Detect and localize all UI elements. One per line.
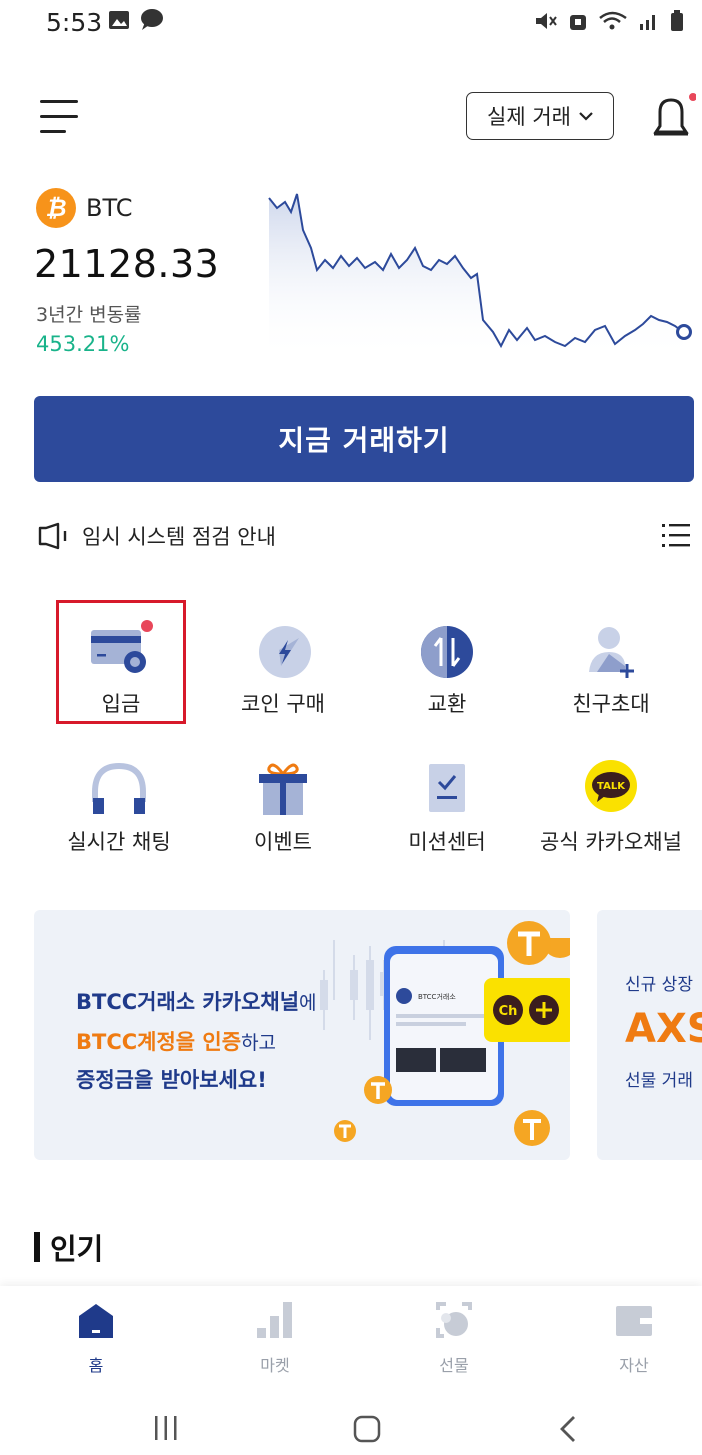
banner2-line-3: 선물 거래 bbox=[625, 1071, 693, 1091]
section-accent-bar bbox=[34, 1232, 40, 1262]
exchange-arrows-icon bbox=[421, 626, 473, 678]
gallery-icon bbox=[109, 11, 129, 29]
nav-label: 마켓 bbox=[260, 1356, 290, 1375]
promo-banner-kakao[interactable]: BTCC거래소 카카오채널에 BTCC계정을 인증하고 증정금을 받아보세요! … bbox=[34, 910, 570, 1160]
status-left-icons bbox=[108, 8, 164, 32]
notice-text[interactable]: 임시 시스템 점검 안내 bbox=[82, 521, 276, 551]
wallet-icon bbox=[616, 1306, 652, 1336]
quick-menu-label: 미션센터 bbox=[408, 830, 486, 854]
status-right-icons bbox=[534, 10, 684, 32]
nav-label: 자산 bbox=[619, 1356, 649, 1375]
wifi-icon bbox=[599, 11, 627, 30]
change-value: 453.21% bbox=[36, 332, 130, 356]
trade-mode-select[interactable]: 실제 거래 bbox=[466, 92, 614, 140]
mission-clipboard-icon bbox=[429, 764, 465, 812]
notification-button[interactable] bbox=[652, 92, 697, 142]
bottom-navigation: 홈 마켓 선물 자산 bbox=[0, 1286, 702, 1386]
banner-line-1-bold: BTCC거래소 카카오채널 bbox=[76, 990, 300, 1014]
sparkline-area bbox=[269, 194, 683, 360]
quick-event[interactable]: 이벤트 bbox=[198, 742, 368, 862]
banner-line-2-rest: 하고 bbox=[241, 1032, 277, 1054]
quick-mission-center[interactable]: 미션센터 bbox=[362, 742, 532, 862]
mute-icon bbox=[536, 13, 557, 29]
lightning-coin-icon bbox=[259, 626, 311, 678]
banner-line-3: 증정금을 받아보세요! bbox=[76, 1068, 267, 1092]
phone-app-title: BTCC거래소 bbox=[418, 992, 456, 1001]
megaphone-icon bbox=[38, 522, 67, 550]
popular-section-title: 인기 bbox=[50, 1232, 104, 1266]
talk-text: TALK bbox=[597, 781, 626, 792]
futures-icon bbox=[436, 1302, 472, 1338]
recent-apps-icon[interactable] bbox=[152, 1414, 180, 1442]
quick-exchange[interactable]: 교환 bbox=[362, 604, 532, 724]
nav-futures[interactable]: 선물 bbox=[404, 1300, 504, 1380]
quick-menu-label: 공식 카카오채널 bbox=[540, 830, 682, 854]
notice-list-icon[interactable] bbox=[662, 522, 690, 548]
hamburger-icon bbox=[40, 100, 78, 133]
nav-label: 홈 bbox=[88, 1356, 104, 1375]
home-system-icon[interactable] bbox=[352, 1414, 382, 1444]
nav-assets[interactable]: 자산 bbox=[584, 1300, 684, 1380]
invite-friend-icon bbox=[589, 627, 634, 678]
channel-badge-text: Ch bbox=[499, 1004, 518, 1019]
quick-menu-label: 교환 bbox=[427, 692, 467, 716]
tether-coin-icon bbox=[364, 1076, 392, 1104]
headset-icon bbox=[92, 762, 146, 814]
highlight-frame bbox=[56, 600, 186, 724]
bell-icon bbox=[653, 93, 697, 136]
status-time: 5:53 bbox=[46, 8, 103, 37]
change-label: 3년간 변동률 bbox=[36, 304, 142, 326]
nav-home[interactable]: 홈 bbox=[46, 1300, 146, 1380]
chat-bubble-icon bbox=[141, 9, 163, 30]
battery-icon bbox=[671, 10, 683, 31]
chevron-down-icon bbox=[579, 112, 593, 121]
quick-kakao-channel[interactable]: TALK 공식 카카오채널 bbox=[526, 742, 696, 862]
tether-coin-icon bbox=[507, 921, 551, 965]
coin-symbol: BTC bbox=[86, 194, 133, 222]
banner2-line-2: AXS bbox=[625, 1006, 702, 1052]
banner-line-2: BTCC계정을 인증하고 bbox=[76, 1026, 276, 1056]
quick-menu-label: 친구초대 bbox=[572, 692, 650, 716]
tether-coin-icon bbox=[334, 1120, 356, 1142]
notification-dot bbox=[689, 93, 697, 101]
nav-label: 선물 bbox=[439, 1356, 469, 1375]
trade-now-button[interactable]: 지금 거래하기 bbox=[34, 396, 694, 482]
home-icon bbox=[79, 1304, 113, 1338]
bitcoin-logo-icon: ₿ bbox=[36, 188, 76, 228]
back-icon[interactable] bbox=[556, 1414, 580, 1444]
quick-invite[interactable]: 친구초대 bbox=[526, 604, 696, 724]
nav-market[interactable]: 마켓 bbox=[225, 1300, 325, 1380]
coin-row[interactable]: ₿ BTC bbox=[36, 188, 132, 228]
kakao-talk-icon: TALK bbox=[585, 760, 637, 812]
coin-price: 21128.33 bbox=[34, 242, 220, 286]
sparkline-endpoint bbox=[676, 324, 692, 340]
system-navigation-bar bbox=[0, 1386, 702, 1455]
banner-line-1-rest: 에 bbox=[299, 992, 317, 1014]
quick-buy-coin[interactable]: 코인 구매 bbox=[198, 604, 368, 724]
market-bars-icon bbox=[257, 1302, 292, 1338]
tether-coin-icon bbox=[514, 1110, 550, 1146]
quick-menu-label: 이벤트 bbox=[254, 830, 312, 854]
trade-mode-label: 실제 거래 bbox=[487, 105, 571, 129]
signal-icon bbox=[640, 15, 655, 30]
quick-menu-label: 실시간 채팅 bbox=[67, 830, 171, 854]
gift-icon bbox=[259, 763, 307, 815]
banner-line-1: BTCC거래소 카카오채널에 bbox=[76, 986, 317, 1016]
banner-line-2-bold: BTCC계정을 인증 bbox=[76, 1030, 242, 1054]
hamburger-menu-button[interactable] bbox=[40, 98, 80, 136]
quick-menu-label: 코인 구매 bbox=[241, 692, 325, 716]
alarm-icon bbox=[570, 15, 586, 30]
promo-banner-axs[interactable]: 신규 상장 AXS 선물 거래 bbox=[597, 910, 702, 1160]
banner2-line-1: 신규 상장 bbox=[625, 975, 693, 995]
quick-live-chat[interactable]: 실시간 채팅 bbox=[34, 742, 204, 862]
price-sparkline bbox=[268, 193, 692, 360]
